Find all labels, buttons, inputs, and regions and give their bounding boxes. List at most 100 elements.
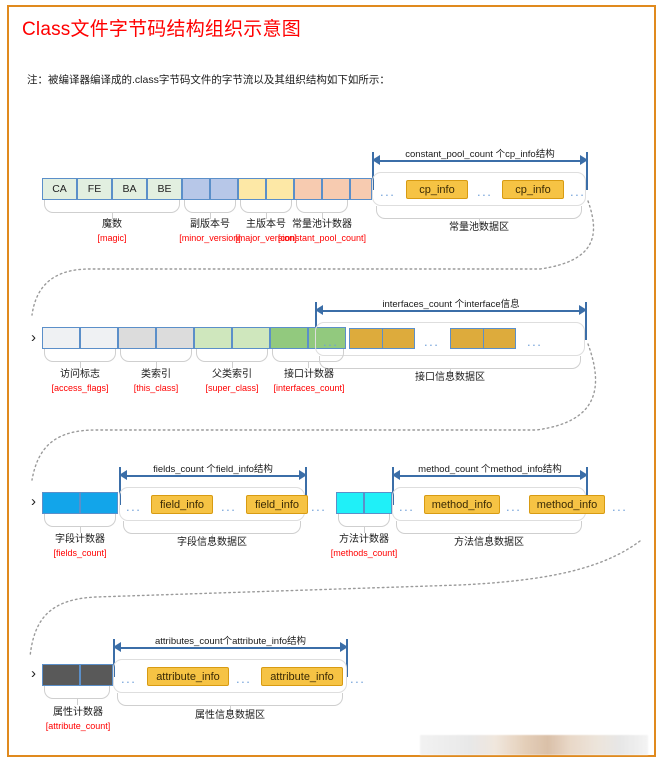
caption-attribute-count-code: [attribute_count]: [45, 720, 111, 731]
label-interfaces-area: 接口信息数据区: [415, 372, 485, 383]
measure-label: interfaces_count 个interface信息: [379, 296, 523, 310]
cell-super-class-2: [232, 327, 270, 349]
brace-this-class: [120, 349, 192, 368]
cp-info-box-1: cp_info: [406, 180, 468, 199]
caption-interfaces-count-code: [interfaces_count]: [273, 382, 345, 393]
flow-arrow-row2-icon: ›: [31, 329, 36, 346]
measure-line: [119, 647, 342, 649]
cell-super-class-1: [194, 327, 232, 349]
measure-line: [378, 160, 582, 162]
cell-minor-version-1: [182, 178, 210, 200]
brace-super-class: [196, 349, 268, 368]
brace-magic: [44, 200, 180, 219]
caption-super-class-name: 父类索引: [212, 369, 252, 380]
label-fields-area: 字段信息数据区: [177, 537, 247, 548]
caption-access-flags: 访问标志 [access_flags]: [42, 368, 118, 394]
method-info-box-1: method_info: [424, 495, 500, 514]
ellipsis-field-1: ...: [126, 499, 142, 514]
diagram-page: Class文件字节码结构组织示意图 注：被编译器编译成的.class字节码文件的…: [0, 0, 663, 765]
flow-arrow-row3-icon: ›: [31, 493, 36, 510]
byte-cell-ca: CA: [42, 178, 77, 200]
measure-interfaces: interfaces_count 个interface信息: [315, 296, 587, 318]
ellipsis-method-1: ...: [399, 499, 415, 514]
caption-constant-pool-count-name: 常量池计数器: [292, 219, 352, 230]
caption-this-class-name: 类索引: [141, 369, 171, 380]
caption-magic-code: [magic]: [97, 232, 127, 243]
ellipsis-cp-1: ...: [380, 184, 396, 199]
measure-line: [321, 310, 581, 312]
brace-fields-count: [44, 514, 116, 533]
cell-constant-pool-count-3: [350, 178, 372, 200]
interface-box-2: [450, 328, 516, 349]
cp-info-box-2: cp_info: [502, 180, 564, 199]
method-info-box-2: method_info: [529, 495, 605, 514]
cell-constant-pool-count-2: [322, 178, 350, 200]
measure-tick-right: [586, 152, 588, 190]
brace-major-version: [240, 200, 292, 219]
ellipsis-field-3: ...: [311, 499, 327, 514]
caption-fields-count-name: 字段计数器: [55, 534, 105, 545]
ellipsis-attr-2: ...: [236, 671, 252, 686]
cell-attribute-count-2: [80, 664, 113, 686]
measure-attributes: attributes_count个attribute_info结构: [113, 633, 348, 655]
cell-interfaces-count-1: [270, 327, 308, 349]
ellipsis-if-1: ...: [323, 334, 339, 349]
interface-box-1: [349, 328, 415, 349]
brace-methods-count: [338, 514, 390, 533]
brace-constant-pool-count: [296, 200, 348, 219]
caption-interfaces-count-name: 接口计数器: [284, 369, 334, 380]
watermark-blur: [420, 735, 648, 755]
cell-minor-version-2: [210, 178, 238, 200]
caption-magic-name: 魔数: [102, 219, 122, 230]
caption-super-class-code: [super_class]: [205, 382, 259, 393]
ellipsis-if-3: ...: [527, 334, 543, 349]
brace-attributes-area: [117, 693, 343, 712]
caption-methods-count-name: 方法计数器: [339, 534, 389, 545]
label-attributes-area: 属性信息数据区: [195, 710, 265, 721]
measure-fields: fields_count 个field_info结构: [119, 461, 307, 483]
caption-this-class-code: [this_class]: [133, 382, 179, 393]
flow-arrow-row4-icon: ›: [31, 665, 36, 682]
cell-major-version-1: [238, 178, 266, 200]
label-methods-area: 方法信息数据区: [454, 537, 524, 548]
caption-methods-count-code: [methods_count]: [330, 547, 398, 558]
brace-attribute-count: [44, 686, 110, 705]
caption-interfaces-count: 接口计数器 [interfaces_count]: [262, 368, 356, 394]
measure-methods: method_count 个method_info结构: [392, 461, 588, 483]
cell-fields-count-1: [42, 492, 80, 514]
ellipsis-if-2: ...: [424, 334, 440, 349]
caption-attribute-count-name: 属性计数器: [53, 707, 103, 718]
ellipsis-attr-1: ...: [121, 671, 137, 686]
caption-constant-pool-count: 常量池计数器 [constant_pool_count]: [270, 218, 374, 244]
byte-cell-be: BE: [147, 178, 182, 200]
cell-access-flags-2: [80, 327, 118, 349]
cell-attribute-count-1: [42, 664, 80, 686]
page-title: Class文件字节码结构组织示意图: [22, 19, 301, 40]
cell-access-flags-1: [42, 327, 80, 349]
brace-minor-version: [184, 200, 236, 219]
cell-methods-count-1: [336, 492, 364, 514]
caption-fields-count: 字段计数器 [fields_count]: [40, 533, 120, 559]
caption-fields-count-code: [fields_count]: [53, 547, 107, 558]
label-constant-pool-area: 常量池数据区: [449, 222, 509, 233]
caption-constant-pool-count-code: [constant_pool_count]: [277, 232, 367, 243]
cell-fields-count-2: [80, 492, 118, 514]
measure-label: fields_count 个field_info结构: [150, 461, 276, 475]
cell-major-version-2: [266, 178, 294, 200]
caption-access-flags-code: [access_flags]: [51, 382, 109, 393]
measure-label: attributes_count个attribute_info结构: [151, 633, 310, 647]
cell-this-class-2: [156, 327, 194, 349]
field-info-box-2: field_info: [246, 495, 308, 514]
caption-magic: 魔数 [magic]: [62, 218, 162, 244]
field-info-box-1: field_info: [151, 495, 213, 514]
ellipsis-cp-3: ...: [570, 184, 586, 199]
caption-this-class: 类索引 [this_class]: [120, 368, 192, 394]
byte-cell-ba: BA: [112, 178, 147, 200]
ellipsis-method-2: ...: [506, 499, 522, 514]
note-text: 注：被编译器编译成的.class字节码文件的字节流以及其组织结构如下如所示：: [27, 74, 390, 86]
measure-label: constant_pool_count 个cp_info结构: [402, 146, 558, 160]
caption-attribute-count: 属性计数器 [attribute_count]: [33, 706, 123, 732]
byte-cell-fe: FE: [77, 178, 112, 200]
measure-line: [398, 475, 582, 477]
caption-access-flags-name: 访问标志: [60, 369, 100, 380]
